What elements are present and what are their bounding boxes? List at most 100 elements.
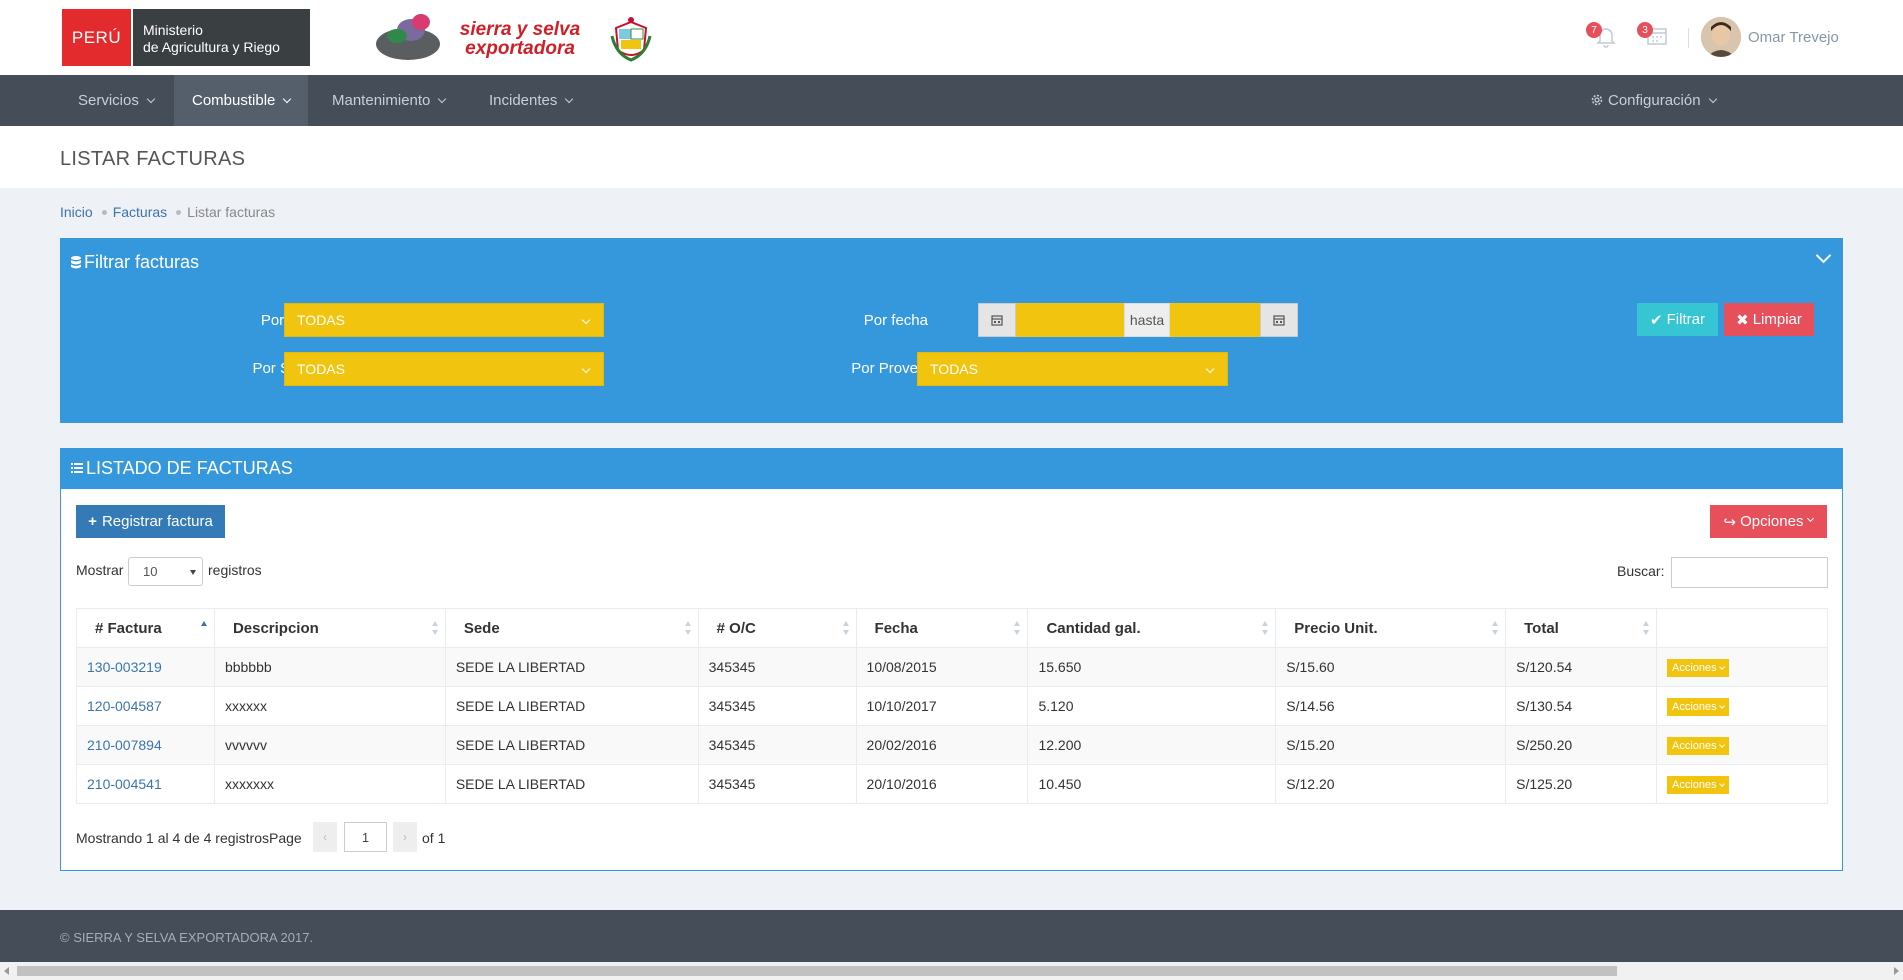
filter-proveedor-select[interactable]: TODAS	[917, 352, 1228, 386]
opciones-button[interactable]: ↪ Opciones	[1710, 505, 1827, 538]
cell-factura: 120-004587	[76, 686, 215, 726]
list-portlet: LISTADO DE FACTURAS + Registrar factura ↪…	[60, 448, 1843, 871]
registrar-factura-button[interactable]: + Registrar factura	[76, 505, 225, 538]
cell-factura: 210-004541	[76, 764, 215, 804]
filtrar-label: Filtrar	[1666, 311, 1705, 328]
cell-oc: 345345	[697, 647, 857, 687]
user-avatar[interactable]	[1701, 17, 1741, 57]
coat-of-arms-icon	[610, 17, 652, 62]
cell-cantidad: 5.120	[1027, 686, 1277, 726]
check-icon: ✔	[1650, 311, 1663, 329]
page-length-select[interactable]: 10	[128, 557, 203, 586]
nav-configuracion[interactable]: Configuración	[1572, 75, 1734, 126]
sort-icon	[1014, 621, 1021, 635]
date-from-input[interactable]	[1016, 303, 1124, 337]
nav-combustible[interactable]: Combustible	[174, 75, 309, 126]
col-precio[interactable]: Precio Unit.	[1275, 608, 1507, 648]
chevron-left-icon: ‹	[323, 830, 327, 844]
breadcrumb-inicio[interactable]: Inicio	[60, 204, 93, 220]
breadcrumb-current: Listar facturas	[187, 204, 276, 220]
brand-mark-icon	[376, 14, 440, 60]
nav-servicios[interactable]: Servicios	[60, 75, 172, 126]
breadcrumb-facturas[interactable]: Facturas	[113, 204, 167, 220]
date-to-input[interactable]	[1170, 303, 1260, 337]
acciones-button[interactable]: Acciones	[1667, 736, 1729, 755]
cell-acciones: Acciones	[1656, 725, 1828, 765]
filter-sede-select[interactable]: TODAS	[284, 352, 604, 386]
cell-precio: S/15.20	[1275, 725, 1507, 765]
search-input[interactable]	[1671, 557, 1828, 588]
list-title-text: LISTADO DE FACTURAS	[86, 458, 293, 478]
collapse-chevron-icon[interactable]	[1815, 247, 1832, 264]
col-descripcion[interactable]: Descripcion	[213, 608, 446, 648]
acciones-button[interactable]: Acciones	[1667, 775, 1729, 794]
acciones-button[interactable]: Acciones	[1667, 658, 1729, 677]
chevron-down-icon	[1807, 514, 1815, 523]
limpiar-button[interactable]: ✖ Limpiar	[1724, 303, 1814, 336]
acciones-label: Acciones	[1672, 700, 1717, 713]
calendar-icon[interactable]	[978, 303, 1016, 337]
page-number-input[interactable]: 1	[344, 822, 387, 852]
nav-servicios-label: Servicios	[78, 92, 139, 109]
table-row: 120-004587 xxxxxx SEDE LA LIBERTAD 34534…	[76, 686, 1828, 726]
scrollbar-thumb[interactable]	[17, 966, 1617, 976]
acciones-button[interactable]: Acciones	[1667, 697, 1729, 716]
filter-title-text: Filtrar facturas	[84, 252, 200, 272]
nav-mantenimiento[interactable]: Mantenimiento	[314, 75, 463, 126]
col-fecha-label: Fecha	[874, 619, 918, 637]
cell-fecha: 10/10/2017	[855, 686, 1029, 726]
cell-fecha: 20/10/2016	[855, 764, 1029, 804]
cell-total: S/125.20	[1505, 764, 1658, 804]
logo-ministerio-line2: de Agricultura y Riego	[143, 39, 280, 55]
cell-descripcion: bbbbbb	[213, 647, 446, 687]
filter-oc-select[interactable]: TODAS	[284, 303, 604, 337]
factura-link[interactable]: 210-004541	[87, 776, 162, 792]
col-factura[interactable]: # Factura	[76, 608, 215, 648]
col-sede[interactable]: Sede	[444, 608, 699, 648]
sort-icon	[431, 621, 438, 635]
next-page-button[interactable]: ›	[393, 822, 417, 852]
logo-ministerio-text: Ministerio de Agricultura y Riego	[131, 9, 310, 66]
nav-incidentes[interactable]: Incidentes	[471, 75, 590, 126]
col-sede-label: Sede	[463, 619, 500, 637]
factura-link[interactable]: 130-003219	[87, 659, 162, 675]
cell-factura: 210-007894	[76, 725, 215, 765]
registrar-factura-label: Registrar factura	[101, 513, 213, 530]
top-header: PERÚ Ministerio de Agricultura y Riego s…	[0, 0, 1903, 75]
col-total[interactable]: Total	[1505, 608, 1658, 648]
scroll-left-icon[interactable]	[4, 967, 9, 975]
nav-combustible-label: Combustible	[192, 92, 276, 109]
factura-link[interactable]: 210-007894	[87, 737, 162, 753]
notifications-bell-icon[interactable]: 7	[1586, 22, 1618, 48]
sierra-selva-logo[interactable]: sierra y selva exportadora	[375, 10, 590, 66]
user-name[interactable]: Omar Trevejo	[1748, 29, 1839, 46]
calendar-icon[interactable]	[1260, 303, 1298, 337]
cell-precio: S/15.60	[1275, 647, 1507, 687]
gear-icon	[1591, 94, 1603, 106]
calendar-notif-icon[interactable]: 3	[1637, 22, 1669, 48]
cell-descripcion: vvvvvv	[213, 725, 446, 765]
main-navbar: Servicios Combustible Mantenimiento Inci…	[0, 75, 1903, 126]
cell-cantidad: 15.650	[1027, 647, 1277, 687]
scroll-right-icon[interactable]	[1894, 967, 1899, 975]
invoices-table: # Factura Descripcion Sede # O/C Fecha C…	[76, 608, 1828, 804]
notifications-badge: 7	[1586, 22, 1602, 38]
opciones-label: Opciones	[1740, 513, 1804, 530]
cell-cantidad: 10.450	[1027, 764, 1277, 804]
acciones-label: Acciones	[1672, 739, 1717, 752]
calendar-glyph	[991, 315, 1003, 326]
ministerio-logo[interactable]: PERÚ Ministerio de Agricultura y Riego	[62, 9, 310, 66]
prev-page-button[interactable]: ‹	[313, 822, 337, 852]
horizontal-scrollbar[interactable]	[0, 962, 1903, 980]
sort-icon	[1643, 621, 1650, 635]
col-cantidad[interactable]: Cantidad gal.	[1027, 608, 1277, 648]
chevron-down-icon	[565, 94, 574, 104]
col-precio-label: Precio Unit.	[1294, 619, 1378, 637]
filtrar-button[interactable]: ✔ Filtrar	[1637, 303, 1718, 336]
col-oc[interactable]: # O/C	[697, 608, 857, 648]
cell-cantidad: 12.200	[1027, 725, 1277, 765]
factura-link[interactable]: 120-004587	[87, 698, 162, 714]
list-icon	[71, 463, 83, 473]
col-fecha[interactable]: Fecha	[855, 608, 1029, 648]
footer-copyright: © SIERRA Y SELVA EXPORTADORA 2017.	[60, 930, 314, 945]
